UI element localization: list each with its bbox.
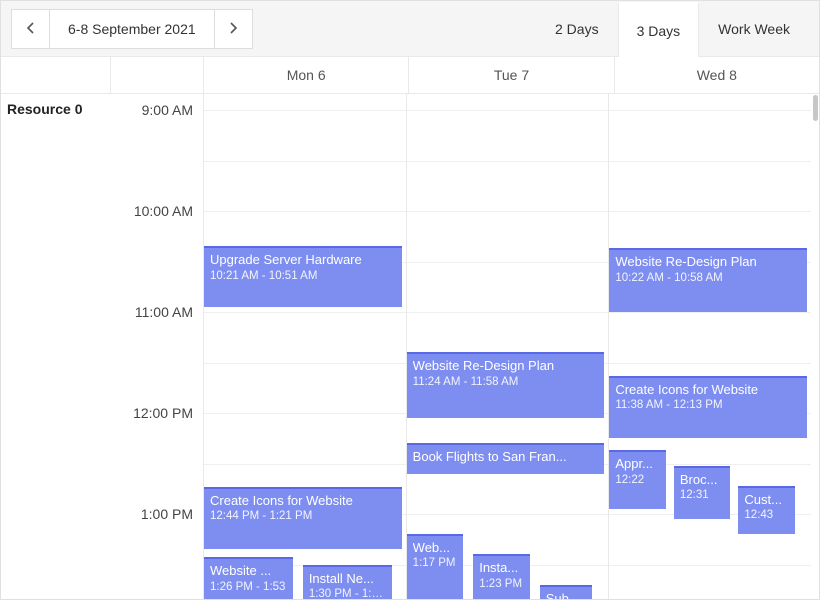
- event-time: 12:44 PM - 1:21 PM: [210, 509, 396, 523]
- time-label: 12:00 PM: [133, 405, 193, 421]
- event-title: Create Icons for Website: [615, 382, 801, 398]
- event-time: 10:21 AM - 10:51 AM: [210, 269, 396, 283]
- calendar-event[interactable]: Cust...12:43: [738, 486, 795, 534]
- chevron-left-icon: [26, 21, 36, 37]
- calendar-event[interactable]: Web...1:17 PM: [407, 534, 464, 599]
- next-button[interactable]: [214, 10, 252, 48]
- calendar-event[interactable]: Upgrade Server Hardware10:21 AM - 10:51 …: [204, 246, 402, 307]
- event-time: 1:26 PM - 1:53: [210, 580, 287, 594]
- resource-header-cell: [1, 57, 111, 93]
- calendar-event[interactable]: Sub...: [540, 585, 592, 599]
- day-header-mon[interactable]: Mon 6: [203, 57, 408, 93]
- day-column-wed[interactable]: Website Re-Design Plan10:22 AM - 10:58 A…: [608, 93, 811, 599]
- calendar-event[interactable]: Website ...1:26 PM - 1:53: [204, 557, 293, 599]
- date-navigator: 6-8 September 2021: [11, 9, 253, 49]
- event-title: Create Icons for Website: [210, 493, 396, 509]
- event-title: Cust...: [744, 492, 789, 508]
- time-label: 10:00 AM: [134, 203, 193, 219]
- event-time: 11:24 AM - 11:58 AM: [413, 375, 599, 389]
- time-label: 9:00 AM: [142, 102, 193, 118]
- event-title: Web...: [413, 540, 458, 556]
- calendar-event[interactable]: Install Ne...1:30 PM - 1:57 PM: [303, 565, 392, 600]
- day-column-mon[interactable]: Upgrade Server Hardware10:21 AM - 10:51 …: [203, 93, 406, 599]
- time-label: 11:00 AM: [135, 304, 193, 320]
- scheduler-app: 6-8 September 2021 2 Days 3 Days Work We…: [0, 0, 820, 600]
- time-ruler: 9:00 AM 10:00 AM 11:00 AM 12:00 PM 1:00 PM: [111, 93, 203, 599]
- event-time: 1:17 PM: [413, 556, 458, 570]
- calendar-event[interactable]: Insta...1:23 PM: [473, 554, 530, 599]
- calendar-event[interactable]: Website Re-Design Plan10:22 AM - 10:58 A…: [609, 248, 807, 312]
- date-range-label[interactable]: 6-8 September 2021: [50, 10, 214, 48]
- scrollbar-thumb[interactable]: [813, 95, 818, 121]
- event-time: 12:43: [744, 508, 789, 522]
- chevron-right-icon: [228, 21, 238, 37]
- day-header-tue[interactable]: Tue 7: [408, 57, 613, 93]
- calendar-event[interactable]: Appr...12:22: [609, 450, 666, 509]
- day-column-tue[interactable]: Website Re-Design Plan11:24 AM - 11:58 A…: [406, 93, 609, 599]
- event-title: Book Flights to San Fran...: [413, 449, 599, 465]
- time-header-cell: [111, 57, 203, 93]
- view-tabs: 2 Days 3 Days Work Week: [536, 1, 809, 57]
- calendar-event[interactable]: Book Flights to San Fran...: [407, 443, 605, 473]
- calendar-event[interactable]: Create Icons for Website11:38 AM - 12:13…: [609, 376, 807, 439]
- resource-label: Resource 0: [1, 93, 111, 125]
- prev-button[interactable]: [12, 10, 50, 48]
- event-title: Sub...: [546, 591, 586, 599]
- calendar-event[interactable]: Create Icons for Website12:44 PM - 1:21 …: [204, 487, 402, 550]
- event-title: Appr...: [615, 456, 660, 472]
- event-title: Broc...: [680, 472, 725, 488]
- day-columns: Upgrade Server Hardware10:21 AM - 10:51 …: [203, 93, 811, 599]
- event-time: 1:30 PM - 1:57 PM: [309, 587, 386, 599]
- topbar: 6-8 September 2021 2 Days 3 Days Work We…: [1, 1, 819, 57]
- day-header-row: Mon 6 Tue 7 Wed 8: [1, 57, 819, 94]
- time-label: 1:00 PM: [141, 506, 193, 522]
- scheduler-grid[interactable]: Resource 0 9:00 AM 10:00 AM 11:00 AM 12:00 …: [1, 93, 819, 599]
- event-title: Website Re-Design Plan: [413, 358, 599, 374]
- tab-2days[interactable]: 2 Days: [536, 1, 618, 57]
- calendar-event[interactable]: Broc...12:31: [674, 466, 731, 520]
- event-time: 12:22: [615, 473, 660, 487]
- event-title: Website Re-Design Plan: [615, 254, 801, 270]
- event-title: Insta...: [479, 560, 524, 576]
- event-time: 12:31: [680, 488, 725, 502]
- day-header-wed[interactable]: Wed 8: [614, 57, 819, 93]
- event-time: 1:23 PM: [479, 577, 524, 591]
- event-time: 10:22 AM - 10:58 AM: [615, 271, 801, 285]
- tab-workweek[interactable]: Work Week: [699, 1, 809, 57]
- event-title: Upgrade Server Hardware: [210, 252, 396, 268]
- event-time: 11:38 AM - 12:13 PM: [615, 398, 801, 412]
- event-title: Website ...: [210, 563, 287, 579]
- event-title: Install Ne...: [309, 571, 386, 587]
- tab-3days[interactable]: 3 Days: [618, 2, 700, 58]
- calendar-event[interactable]: Website Re-Design Plan11:24 AM - 11:58 A…: [407, 352, 605, 418]
